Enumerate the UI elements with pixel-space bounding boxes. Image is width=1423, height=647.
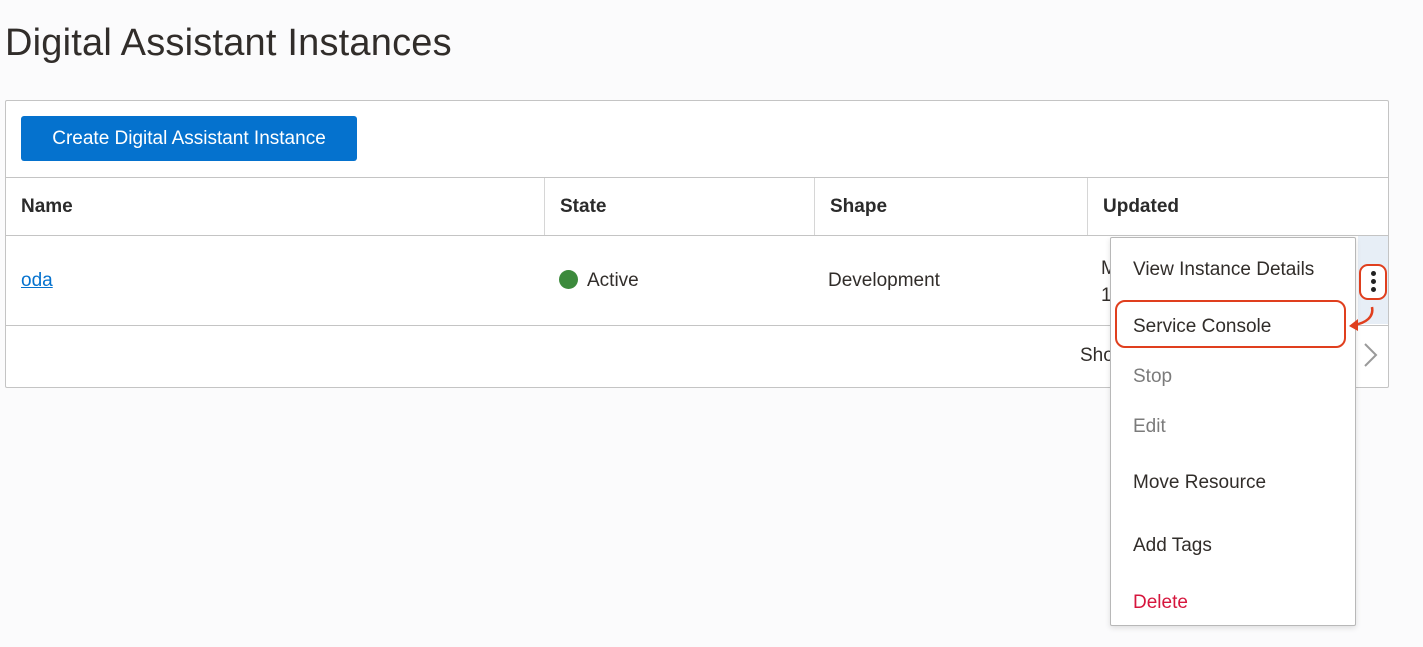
column-header-updated[interactable]: Updated — [1087, 178, 1386, 235]
cell-name: oda — [21, 236, 53, 325]
menu-item-move-resource[interactable]: Move Resource — [1133, 472, 1266, 494]
pagination-text: Sho — [1080, 345, 1114, 366]
chevron-right-icon[interactable] — [1357, 340, 1383, 370]
menu-item-view-instance-details[interactable]: View Instance Details — [1133, 259, 1314, 281]
annotation-arrow-icon — [1349, 306, 1374, 331]
cell-state: Active — [559, 236, 639, 325]
menu-item-add-tags[interactable]: Add Tags — [1133, 535, 1212, 557]
status-dot-icon — [559, 270, 578, 289]
column-header-shape[interactable]: Shape — [814, 178, 1087, 235]
menu-item-stop: Stop — [1133, 366, 1173, 387]
state-text: Active — [587, 270, 639, 291]
create-instance-button[interactable]: Create Digital Assistant Instance — [21, 116, 357, 161]
table-header: Name State Shape Updated — [6, 177, 1388, 236]
kebab-menu-icon[interactable] — [1359, 264, 1387, 300]
cell-shape: Development — [828, 270, 940, 291]
service-console-highlight — [1115, 300, 1346, 348]
column-header-name[interactable]: Name — [6, 178, 544, 235]
page-title: Digital Assistant Instances — [5, 22, 452, 64]
toolbar: Create Digital Assistant Instance — [6, 101, 1388, 177]
actions-menu: View Instance Details Service Console St… — [1110, 237, 1356, 626]
column-header-state[interactable]: State — [544, 178, 814, 235]
instance-name-link[interactable]: oda — [21, 270, 53, 291]
menu-item-delete[interactable]: Delete — [1133, 592, 1188, 614]
menu-item-edit: Edit — [1133, 416, 1166, 437]
